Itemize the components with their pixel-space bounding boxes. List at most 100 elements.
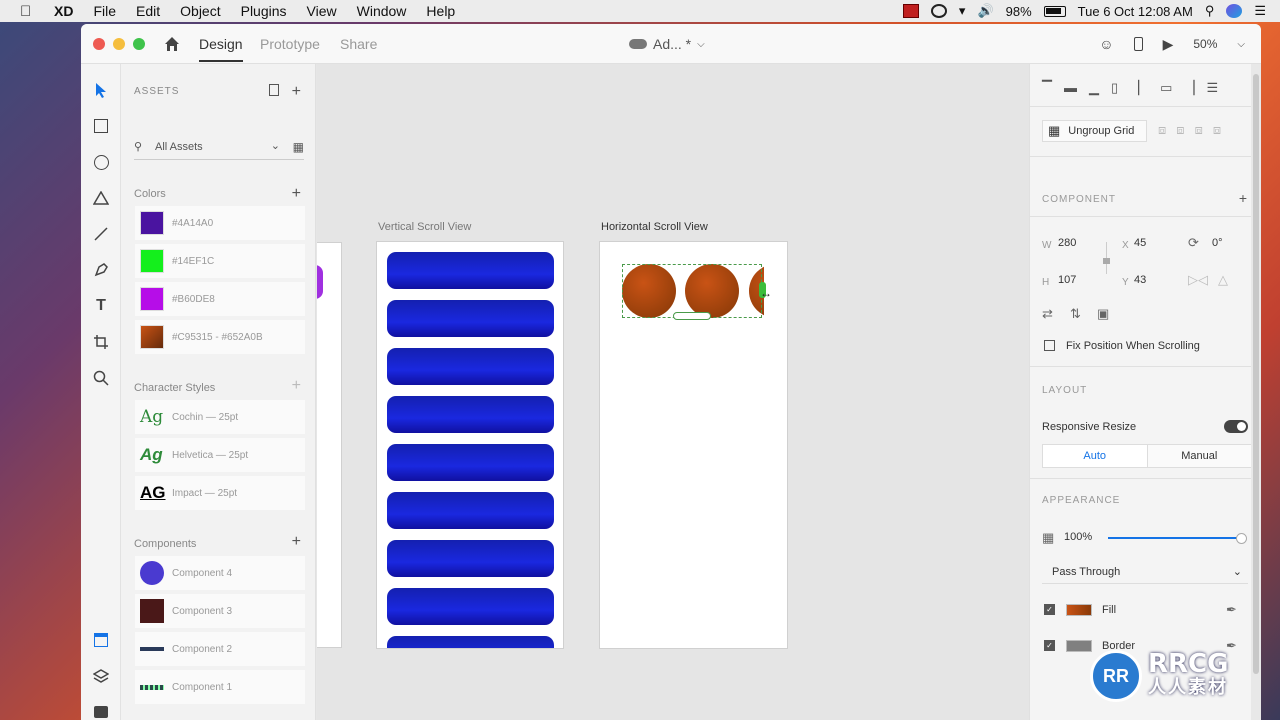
add-asset-icon[interactable]: + <box>292 84 301 100</box>
artboard-label-vertical[interactable]: Vertical Scroll View <box>378 221 471 233</box>
blue-bar[interactable] <box>387 300 554 337</box>
rectangle-tool-icon[interactable] <box>91 116 111 136</box>
lock-aspect-icon[interactable] <box>1103 258 1110 264</box>
artboard-partial[interactable] <box>317 242 342 648</box>
menu-help[interactable]: Help <box>426 3 455 19</box>
invite-user-icon[interactable]: ☺ <box>1099 36 1113 52</box>
align-right-icon[interactable]: ▕ <box>1184 80 1194 96</box>
polygon-tool-icon[interactable] <box>91 188 111 208</box>
component-asset[interactable]: Component 1 <box>135 670 305 704</box>
tab-share[interactable]: Share <box>340 36 377 52</box>
flip-horizontal-icon[interactable]: ▷◁ <box>1188 272 1208 288</box>
artboard-label-horizontal[interactable]: Horizontal Scroll View <box>601 221 708 233</box>
maximize-window-button[interactable] <box>133 38 145 50</box>
rotation-field[interactable]: 0° <box>1212 237 1223 249</box>
align-left-icon[interactable]: ▏ <box>1138 80 1148 96</box>
blue-bar[interactable] <box>387 444 554 481</box>
layers-panel-icon[interactable] <box>91 666 111 686</box>
subtract-icon[interactable]: ⧈ <box>1176 122 1184 138</box>
zoom-tool-icon[interactable] <box>91 368 111 388</box>
battery-icon[interactable] <box>1043 5 1066 17</box>
library-icon[interactable] <box>269 84 279 96</box>
opacity-slider[interactable] <box>1108 533 1247 544</box>
seg-manual[interactable]: Manual <box>1148 445 1252 467</box>
screen-record-icon[interactable] <box>902 4 919 18</box>
menu-window[interactable]: Window <box>357 3 407 19</box>
apple-icon[interactable]:  <box>20 3 36 20</box>
inspector-scrollbar[interactable] <box>1251 64 1261 720</box>
grid-view-icon[interactable]: ▦ <box>293 140 304 154</box>
volume-icon[interactable]: 🔊 <box>977 3 993 19</box>
add-color-icon[interactable]: + <box>292 186 301 202</box>
fix-position-checkbox[interactable] <box>1044 340 1055 351</box>
border-swatch[interactable] <box>1066 640 1092 652</box>
blue-bar[interactable] <box>387 492 554 529</box>
clock[interactable]: Tue 6 Oct 12:08 AM <box>1078 4 1193 19</box>
blue-bar[interactable] <box>387 540 554 577</box>
blue-bar[interactable] <box>387 636 554 648</box>
distribute-horizontal-icon[interactable]: ☰ <box>1206 80 1218 96</box>
blue-bar[interactable] <box>387 396 554 433</box>
align-center-icon[interactable]: ▭ <box>1160 80 1172 96</box>
text-tool-icon[interactable]: T <box>91 296 111 316</box>
line-tool-icon[interactable] <box>91 224 111 244</box>
align-top-icon[interactable]: ▔ <box>1042 80 1052 96</box>
artboard-tool-icon[interactable] <box>91 332 111 352</box>
x-field[interactable]: 45 <box>1134 237 1146 249</box>
color-asset[interactable]: #C95315 - #652A0B <box>135 320 305 354</box>
border-checkbox[interactable]: ✓ <box>1044 640 1055 651</box>
responsive-resize-toggle[interactable] <box>1224 420 1248 433</box>
asset-filter[interactable]: ⚲ All Assets ⌄ ▦ <box>134 136 304 160</box>
tab-design[interactable]: Design <box>199 36 243 62</box>
assets-panel-icon[interactable] <box>91 630 111 650</box>
fill-checkbox[interactable]: ✓ <box>1044 604 1055 615</box>
menu-plugins[interactable]: Plugins <box>241 3 287 19</box>
document-title[interactable]: Ad... * ⌵ <box>629 36 705 52</box>
seg-auto[interactable]: Auto <box>1043 445 1148 467</box>
union-icon[interactable]: ⧈ <box>1158 122 1166 138</box>
add-component-icon[interactable]: + <box>1239 190 1247 206</box>
ungroup-grid-button[interactable]: ▦ Ungroup Grid <box>1042 120 1147 142</box>
select-tool-icon[interactable] <box>91 80 111 100</box>
device-preview-icon[interactable] <box>1133 37 1143 51</box>
menu-file[interactable]: File <box>93 3 116 19</box>
notification-center-icon[interactable]: ☰ <box>1254 3 1266 19</box>
plugins-panel-icon[interactable] <box>91 702 111 720</box>
chevron-down-icon[interactable]: ⌄ <box>271 139 280 152</box>
exclude-icon[interactable]: ⧈ <box>1213 122 1221 138</box>
tab-prototype[interactable]: Prototype <box>260 36 320 52</box>
character-style[interactable]: AG Impact — 25pt <box>135 476 305 510</box>
y-field[interactable]: 43 <box>1134 274 1146 286</box>
flip-vertical-icon[interactable]: △ <box>1218 272 1228 288</box>
inspector-scroll-thumb[interactable] <box>1253 74 1259 674</box>
zoom-level[interactable]: 50% <box>1193 37 1217 51</box>
component-asset[interactable]: Component 3 <box>135 594 305 628</box>
eyedropper-icon[interactable]: ✒ <box>1226 602 1237 618</box>
height-field[interactable]: 107 <box>1058 274 1076 286</box>
scroll-horizontal-icon[interactable]: ⇄ <box>1042 306 1053 322</box>
blend-mode-dropdown[interactable]: Pass Through ⌄ <box>1042 560 1248 584</box>
design-canvas[interactable]: Vertical Scroll View Horizontal Scroll V… <box>317 64 1029 720</box>
creative-cloud-icon[interactable] <box>930 4 947 18</box>
ellipse-tool-icon[interactable] <box>91 152 111 172</box>
menu-edit[interactable]: Edit <box>136 3 160 19</box>
siri-icon[interactable] <box>1226 4 1243 18</box>
component-asset[interactable]: Component 4 <box>135 556 305 590</box>
app-menu[interactable]: XD <box>54 3 73 19</box>
scroll-both-icon[interactable]: ▣ <box>1097 306 1109 322</box>
minimize-window-button[interactable] <box>113 38 125 50</box>
artboard-horizontal-scroll[interactable]: ↔ <box>599 241 788 649</box>
character-style[interactable]: Ag Helvetica — 25pt <box>135 438 305 472</box>
purple-element[interactable] <box>317 265 323 299</box>
distribute-vertical-icon[interactable]: ▯ <box>1111 80 1118 96</box>
scroll-vertical-icon[interactable]: ⇅ <box>1070 306 1081 322</box>
align-bottom-icon[interactable]: ▁ <box>1089 80 1099 96</box>
artboard-vertical-scroll[interactable] <box>376 241 564 649</box>
align-middle-icon[interactable]: ▬ <box>1064 80 1077 96</box>
pen-tool-icon[interactable] <box>91 260 111 280</box>
play-preview-icon[interactable]: ▶ <box>1163 36 1174 53</box>
component-asset[interactable]: Component 2 <box>135 632 305 666</box>
scroll-viewport-handle[interactable] <box>673 312 711 320</box>
fill-swatch[interactable] <box>1066 604 1092 616</box>
zoom-chevron-icon[interactable]: ⌵ <box>1237 39 1245 50</box>
